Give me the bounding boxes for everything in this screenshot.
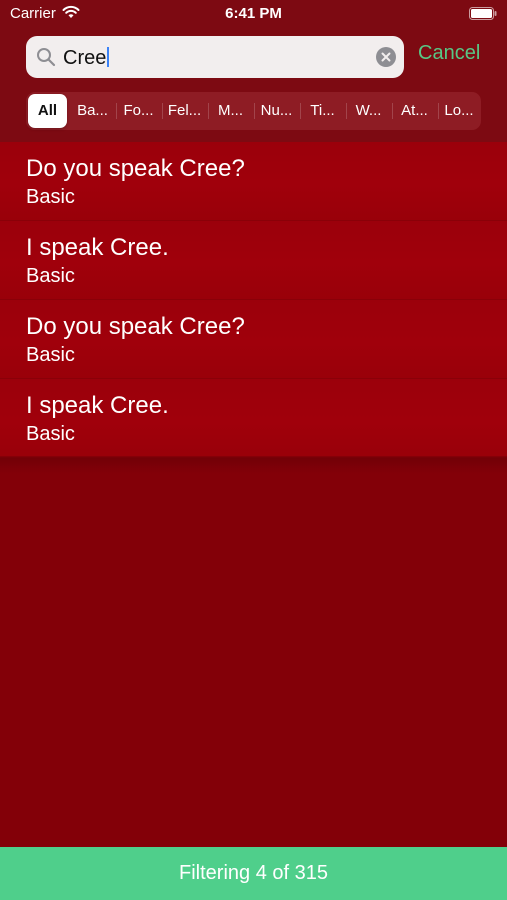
phrase-category: Basic: [26, 423, 75, 445]
phrase-title: Do you speak Cree?: [26, 313, 245, 340]
segment-at[interactable]: At...: [393, 94, 436, 128]
status-bar: Carrier 6:41 PM: [0, 0, 507, 28]
phrase-category: Basic: [26, 186, 75, 208]
segment-time[interactable]: Ti...: [301, 94, 344, 128]
filter-status-text: Filtering 4 of 315: [179, 862, 328, 884]
segment-m[interactable]: M...: [209, 94, 252, 128]
segment-feelings[interactable]: Fel...: [163, 94, 206, 128]
list-item[interactable]: I speak Cree. Basic: [0, 221, 507, 300]
text-cursor: [107, 47, 110, 67]
segment-numbers[interactable]: Nu...: [255, 94, 298, 128]
phrase-title: I speak Cree.: [26, 234, 169, 261]
search-icon: [36, 47, 56, 72]
segment-all[interactable]: All: [28, 94, 67, 128]
clear-search-icon[interactable]: [376, 47, 396, 72]
results-list: Do you speak Cree? Basic I speak Cree. B…: [0, 142, 507, 458]
segment-w[interactable]: W...: [347, 94, 390, 128]
list-item[interactable]: I speak Cree. Basic: [0, 379, 507, 458]
segment-lo[interactable]: Lo...: [437, 94, 481, 128]
clock: 6:41 PM: [225, 5, 282, 22]
phrase-category: Basic: [26, 265, 75, 287]
list-item[interactable]: Do you speak Cree? Basic: [0, 142, 507, 221]
search-header: Cree Cancel All Ba... Fo... Fel... M... …: [0, 28, 507, 142]
search-query: Cree: [63, 47, 107, 69]
phrase-title: I speak Cree.: [26, 392, 169, 419]
segment-food[interactable]: Fo...: [117, 94, 160, 128]
list-item[interactable]: Do you speak Cree? Basic: [0, 300, 507, 379]
segment-basic[interactable]: Ba...: [71, 94, 114, 128]
phrase-title: Do you speak Cree?: [26, 155, 245, 182]
search-input[interactable]: Cree: [63, 36, 110, 78]
cancel-button[interactable]: Cancel: [418, 42, 480, 65]
filter-status-bar: Filtering 4 of 315: [0, 847, 507, 900]
category-filter: All Ba... Fo... Fel... M... Nu... Ti... …: [26, 92, 481, 130]
search-field[interactable]: Cree: [26, 36, 404, 78]
phrase-category: Basic: [26, 344, 75, 366]
battery-icon: [469, 7, 497, 25]
list-shadow: [0, 456, 507, 474]
